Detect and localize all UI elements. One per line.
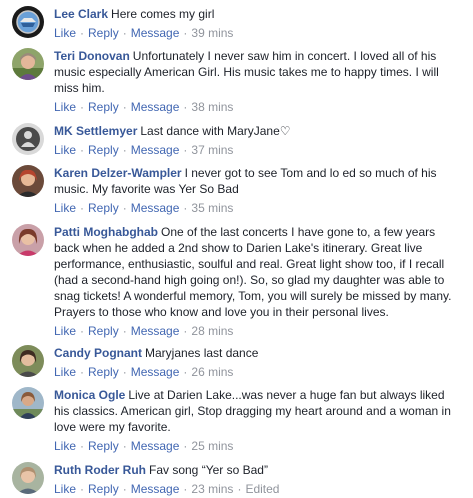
- separator: ·: [183, 365, 188, 379]
- like-link[interactable]: Like: [54, 439, 76, 453]
- separator: ·: [122, 324, 127, 338]
- comment-text: Fav song “Yer so Bad”: [149, 463, 268, 477]
- comment-content: Teri Donovan Unfortunately I never saw hi…: [54, 48, 455, 96]
- comment-author[interactable]: Patti Moghabghab: [54, 225, 158, 239]
- separator: ·: [183, 482, 188, 496]
- comment-author[interactable]: Candy Pognant: [54, 346, 142, 360]
- separator: ·: [80, 439, 85, 453]
- comment-timestamp[interactable]: 39 mins: [191, 26, 233, 40]
- separator: ·: [122, 26, 127, 40]
- comment-timestamp[interactable]: 37 mins: [191, 143, 233, 157]
- comment-author[interactable]: Lee Clark: [54, 7, 108, 21]
- like-link[interactable]: Like: [54, 482, 76, 496]
- reply-link[interactable]: Reply: [88, 482, 119, 496]
- comment-actions: Like · Reply · Message · 39 mins: [54, 25, 455, 41]
- like-link[interactable]: Like: [54, 365, 76, 379]
- avatar[interactable]: [12, 462, 44, 494]
- separator: ·: [122, 100, 127, 114]
- avatar[interactable]: [12, 123, 44, 155]
- reply-link[interactable]: Reply: [88, 143, 119, 157]
- separator: ·: [183, 324, 188, 338]
- comment-text: Maryjanes last dance: [145, 346, 259, 360]
- separator: ·: [237, 482, 242, 496]
- comment-text: One of the last concerts I have gone to,…: [54, 225, 452, 319]
- comment-content: Lee Clark Here comes my girl: [54, 6, 455, 22]
- separator: ·: [183, 439, 188, 453]
- comment-timestamp[interactable]: 23 mins: [191, 482, 233, 496]
- avatar[interactable]: [12, 48, 44, 80]
- comment-content: Ruth Roder Ruh Fav song “Yer so Bad”: [54, 462, 455, 478]
- comment-actions: Like · Reply · Message · 25 mins: [54, 438, 455, 454]
- like-link[interactable]: Like: [54, 26, 76, 40]
- comment-actions: Like · Reply · Message · 35 mins: [54, 200, 455, 216]
- message-link[interactable]: Message: [131, 26, 180, 40]
- comment-content: Patti Moghabghab One of the last concerts…: [54, 224, 455, 320]
- comment-timestamp[interactable]: 26 mins: [191, 365, 233, 379]
- separator: ·: [183, 143, 188, 157]
- comment-content: Karen Delzer-Wampler I never got to see T…: [54, 165, 455, 197]
- comment-author[interactable]: Monica Ogle: [54, 388, 125, 402]
- separator: ·: [122, 439, 127, 453]
- separator: ·: [122, 143, 127, 157]
- message-link[interactable]: Message: [131, 482, 180, 496]
- reply-link[interactable]: Reply: [88, 439, 119, 453]
- comment-actions: Like · Reply · Message · 26 mins: [54, 364, 455, 380]
- separator: ·: [122, 365, 127, 379]
- comment-timestamp[interactable]: 35 mins: [191, 201, 233, 215]
- separator: ·: [80, 143, 85, 157]
- separator: ·: [80, 365, 85, 379]
- like-link[interactable]: Like: [54, 201, 76, 215]
- avatar[interactable]: [12, 165, 44, 197]
- comment-timestamp[interactable]: 25 mins: [191, 439, 233, 453]
- edited-label[interactable]: Edited: [245, 482, 279, 496]
- comment-actions: Like · Reply · Message · 37 mins: [54, 142, 455, 158]
- comment-author[interactable]: MK Settlemyer: [54, 124, 137, 138]
- message-link[interactable]: Message: [131, 100, 180, 114]
- avatar[interactable]: [12, 345, 44, 377]
- comment-timestamp[interactable]: 38 mins: [191, 100, 233, 114]
- separator: ·: [122, 201, 127, 215]
- like-link[interactable]: Like: [54, 143, 76, 157]
- like-link[interactable]: Like: [54, 324, 76, 338]
- message-link[interactable]: Message: [131, 143, 180, 157]
- reply-link[interactable]: Reply: [88, 100, 119, 114]
- avatar[interactable]: [12, 6, 44, 38]
- message-link[interactable]: Message: [131, 365, 180, 379]
- message-link[interactable]: Message: [131, 439, 180, 453]
- reply-link[interactable]: Reply: [88, 365, 119, 379]
- reply-link[interactable]: Reply: [88, 26, 119, 40]
- message-link[interactable]: Message: [131, 324, 180, 338]
- separator: ·: [183, 26, 188, 40]
- comment-text: Last dance with MaryJane♡: [140, 124, 291, 138]
- separator: ·: [80, 26, 85, 40]
- comment-text: Here comes my girl: [111, 7, 215, 21]
- comment-author[interactable]: Karen Delzer-Wampler: [54, 166, 182, 180]
- separator: ·: [122, 482, 127, 496]
- separator: ·: [80, 201, 85, 215]
- separator: ·: [80, 324, 85, 338]
- message-link[interactable]: Message: [131, 201, 180, 215]
- separator: ·: [80, 100, 85, 114]
- comment-actions: Like · Reply · Message · 23 mins · Edited: [54, 481, 455, 497]
- reply-link[interactable]: Reply: [88, 324, 119, 338]
- avatar[interactable]: [12, 387, 44, 419]
- comment-timestamp[interactable]: 28 mins: [191, 324, 233, 338]
- comment-content: MK Settlemyer Last dance with MaryJane♡: [54, 123, 455, 139]
- comment-content: Candy Pognant Maryjanes last dance: [54, 345, 455, 361]
- comment-author[interactable]: Ruth Roder Ruh: [54, 463, 146, 477]
- separator: ·: [183, 201, 188, 215]
- comment-list: Lee Clark Here comes my girl Like · Reply · M…: [0, 0, 473, 498]
- separator: ·: [80, 482, 85, 496]
- comment-actions: Like · Reply · Message · 38 mins: [54, 99, 455, 115]
- like-link[interactable]: Like: [54, 100, 76, 114]
- comment-author[interactable]: Teri Donovan: [54, 49, 130, 63]
- reply-link[interactable]: Reply: [88, 201, 119, 215]
- comment-actions: Like · Reply · Message · 28 mins: [54, 323, 455, 339]
- avatar[interactable]: [12, 224, 44, 256]
- comment-content: Monica Ogle Live at Darien Lake...was nev…: [54, 387, 455, 435]
- separator: ·: [183, 100, 188, 114]
